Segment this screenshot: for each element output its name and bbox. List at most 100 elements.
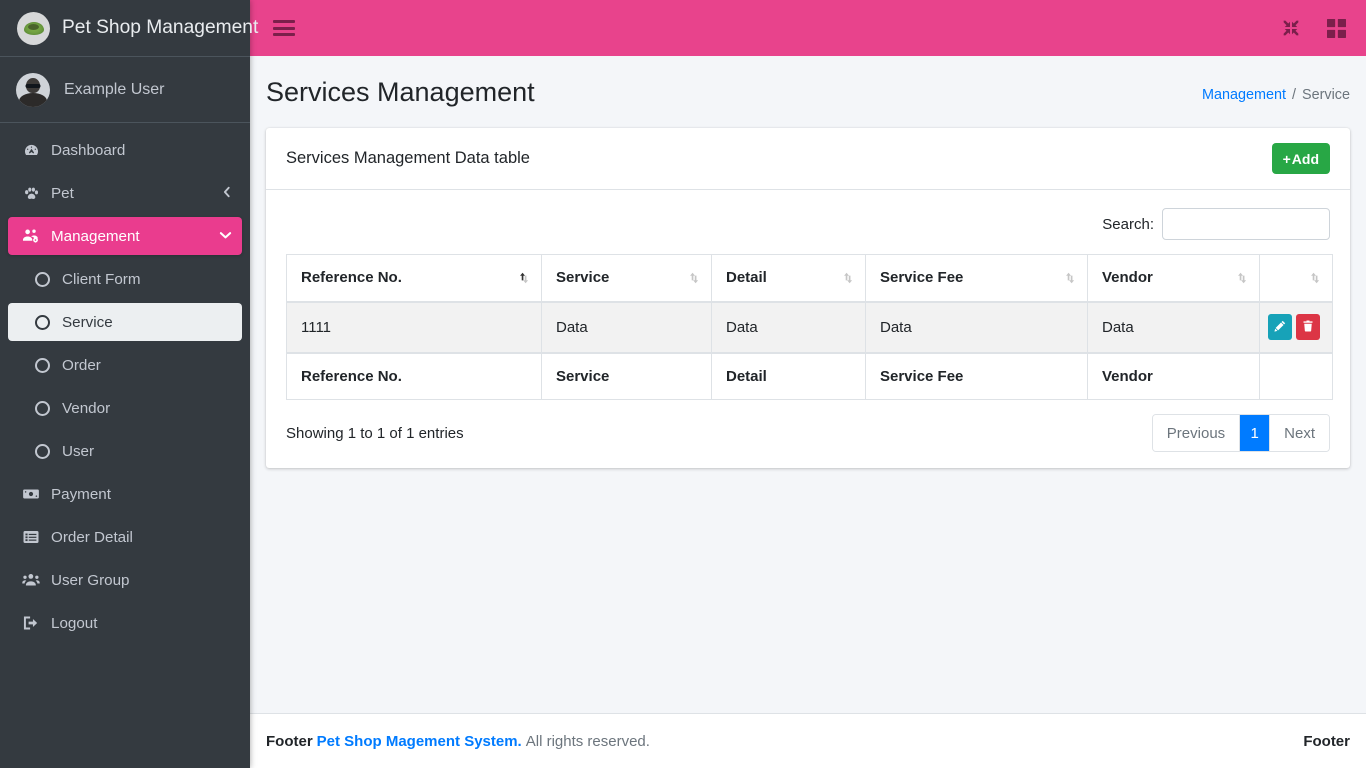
col-header-service-fee[interactable]: Service Fee	[865, 254, 1088, 303]
sidebar-item-logout[interactable]: Logout	[8, 604, 242, 642]
sidebar-item-management[interactable]: Management	[8, 217, 242, 255]
users-cog-icon	[19, 227, 43, 245]
sidebar-item-pet[interactable]: Pet	[8, 174, 242, 212]
sidebar-item-label: Client Form	[62, 270, 141, 288]
sort-asc-icon	[518, 271, 531, 284]
sidebar-item-label: Logout	[51, 614, 98, 632]
sidebar-item-order[interactable]: Order	[8, 346, 242, 384]
plus-icon: +	[1282, 150, 1291, 167]
col-header-label: Service Fee	[880, 269, 964, 287]
sidebar-item-label: Service	[62, 313, 113, 331]
foot-col-actions	[1259, 351, 1333, 400]
sidebar-item-label: Pet	[51, 184, 74, 202]
pagination-page-1[interactable]: 1	[1240, 415, 1271, 451]
table-footer-bar: Showing 1 to 1 of 1 entries Previous 1 N…	[286, 400, 1330, 452]
sort-icon	[1309, 271, 1322, 284]
sidebar-item-label: Payment	[51, 485, 111, 503]
content-area: Services Management Management / Service…	[250, 56, 1366, 713]
col-header-service[interactable]: Service	[541, 254, 712, 303]
sidebar-nav: Dashboard Pet Management Client Form Ser…	[0, 123, 250, 642]
user-panel[interactable]: Example User	[0, 57, 250, 123]
sidebar-item-order-detail[interactable]: Order Detail	[8, 518, 242, 556]
sidebar-item-dashboard[interactable]: Dashboard	[8, 131, 242, 169]
chevron-left-icon	[222, 186, 232, 200]
col-header-reference-no[interactable]: Reference No.	[286, 254, 542, 303]
grid-apps-icon[interactable]	[1327, 18, 1346, 38]
pagination: Previous 1 Next	[1151, 414, 1330, 452]
table-foot: Reference No. Service Detail Service Fee…	[286, 351, 1333, 400]
col-header-label: Reference No.	[301, 269, 402, 287]
sidebar-item-label: Order Detail	[51, 528, 133, 546]
search-input[interactable]	[1162, 208, 1330, 240]
cell-actions	[1259, 301, 1333, 353]
col-header-actions[interactable]	[1259, 254, 1333, 303]
footer-prefix: Footer	[266, 732, 313, 750]
chevron-down-icon	[219, 230, 232, 242]
sidebar: Pet Shop Management Example User Dashboa…	[0, 0, 258, 768]
table-head: Reference No. Service Detail Service Fee…	[286, 254, 1333, 303]
compress-arrows-icon[interactable]	[1281, 18, 1301, 38]
foot-col-detail: Detail	[711, 351, 866, 400]
entries-info: Showing 1 to 1 of 1 entries	[286, 424, 464, 442]
sidebar-item-label: User	[62, 442, 95, 460]
pencil-icon	[1274, 320, 1286, 335]
users-icon	[19, 571, 43, 589]
col-header-vendor[interactable]: Vendor	[1087, 254, 1260, 303]
sidebar-item-label: Management	[51, 227, 140, 245]
circle-icon	[30, 314, 54, 330]
sidebar-item-service[interactable]: Service	[8, 303, 242, 341]
foot-col-service: Service	[541, 351, 712, 400]
avatar	[16, 72, 50, 107]
card-title: Services Management Data table	[286, 149, 530, 167]
user-panel-name: Example User	[64, 80, 165, 98]
sidebar-item-label: User Group	[51, 571, 130, 589]
circle-icon	[30, 400, 54, 416]
cell-vendor: Data	[1087, 301, 1260, 353]
sidebar-item-user-group[interactable]: User Group	[8, 561, 242, 599]
circle-icon	[30, 271, 54, 287]
circle-icon	[30, 357, 54, 373]
page-header: Services Management Management / Service	[250, 56, 1366, 120]
sidebar-item-label: Dashboard	[51, 141, 126, 159]
add-button-label: Add	[1291, 150, 1319, 167]
sidebar-item-label: Order	[62, 356, 101, 374]
pagination-previous[interactable]: Previous	[1152, 415, 1241, 451]
page-title: Services Management	[266, 76, 535, 107]
money-bill-icon	[19, 485, 43, 503]
breadcrumb-parent-link[interactable]: Management	[1202, 87, 1286, 103]
sidebar-item-payment[interactable]: Payment	[8, 475, 242, 513]
table-header-row: Reference No. Service Detail Service Fee…	[286, 254, 1333, 303]
foot-col-service-fee: Service Fee	[865, 351, 1088, 400]
list-alt-icon	[19, 528, 43, 546]
sidebar-item-client-form[interactable]: Client Form	[8, 260, 242, 298]
trash-icon	[1302, 319, 1314, 335]
breadcrumb-current: Service	[1302, 87, 1350, 103]
card-body: Search: Reference No. Service Detail Ser…	[266, 190, 1350, 468]
sidebar-item-vendor[interactable]: Vendor	[8, 389, 242, 427]
sidebar-item-label: Vendor	[62, 399, 111, 417]
breadcrumb: Management / Service	[1202, 81, 1350, 103]
col-header-label: Vendor	[1102, 269, 1153, 287]
paw-icon	[19, 185, 43, 202]
col-header-detail[interactable]: Detail	[711, 254, 866, 303]
topbar-right-icons	[1281, 18, 1346, 38]
delete-row-button[interactable]	[1296, 314, 1320, 340]
sign-out-icon	[19, 614, 43, 632]
datatable-card: Services Management Data table + Add Sear…	[266, 128, 1350, 468]
services-table: Reference No. Service Detail Service Fee…	[286, 254, 1333, 400]
footer-link[interactable]: Pet Shop Magement System.	[317, 733, 522, 750]
hamburger-icon[interactable]	[273, 17, 295, 40]
cell-service: Data	[541, 301, 712, 353]
pagination-next[interactable]: Next	[1270, 415, 1329, 451]
search-row: Search:	[286, 202, 1330, 254]
sidebar-item-user[interactable]: User	[8, 432, 242, 470]
brand-header[interactable]: Pet Shop Management	[0, 0, 258, 57]
add-button[interactable]: + Add	[1271, 143, 1330, 174]
edit-row-button[interactable]	[1268, 314, 1292, 340]
sort-icon	[1236, 271, 1249, 284]
topbar	[250, 0, 1366, 56]
table-footer-row: Reference No. Service Detail Service Fee…	[286, 351, 1333, 400]
col-header-label: Detail	[726, 269, 767, 287]
brand-title: Pet Shop Management	[62, 17, 259, 38]
col-header-label: Service	[556, 269, 610, 287]
